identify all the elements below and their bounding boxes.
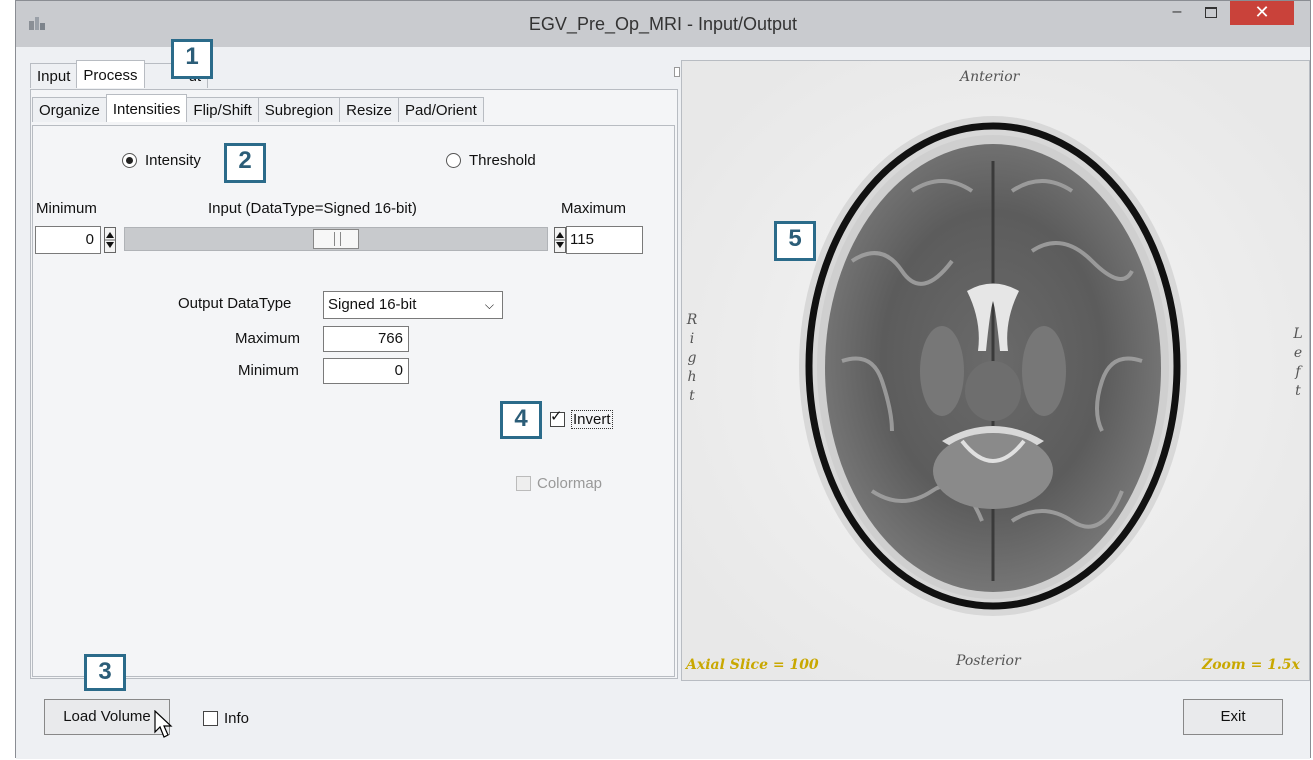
axial-slice-label: Axial Slice = 100 bbox=[686, 657, 819, 673]
checkbox-checked-icon: ✓ bbox=[550, 408, 565, 427]
colormap-checkbox[interactable]: Colormap bbox=[516, 475, 602, 492]
tab-organize[interactable]: Organize bbox=[32, 97, 107, 122]
input-range-slider[interactable] bbox=[124, 227, 548, 251]
output-maximum-label: Maximum bbox=[235, 330, 301, 347]
checkbox-disabled-icon bbox=[516, 476, 531, 491]
image-viewer[interactable]: Anterior Posterior R i g h t L e f t Axi… bbox=[681, 60, 1310, 681]
invert-checkbox[interactable]: ✓ Invert bbox=[550, 408, 613, 429]
output-minimum-field[interactable]: 0 bbox=[323, 358, 409, 384]
brain-mri-image bbox=[682, 61, 1309, 680]
intensity-radio-label: Intensity bbox=[145, 152, 201, 169]
maximize-icon bbox=[1205, 7, 1217, 18]
minimize-icon: – bbox=[1172, 3, 1182, 20]
close-button[interactable]: ✕ bbox=[1230, 1, 1294, 25]
load-volume-button[interactable]: Load Volume bbox=[44, 699, 170, 735]
tab-process[interactable]: Process bbox=[76, 60, 145, 88]
tab-flip-shift[interactable]: Flip/Shift bbox=[186, 97, 259, 122]
chevron-down-icon: ⌵ bbox=[484, 298, 494, 312]
maximum-spinbox[interactable]: 115 bbox=[566, 226, 643, 254]
maximize-button[interactable] bbox=[1196, 1, 1226, 25]
radio-unselected-icon bbox=[446, 153, 461, 168]
process-tab-bar: Organize Intensities Flip/Shift Subregio… bbox=[32, 94, 484, 123]
callout-2: 2 bbox=[224, 143, 266, 183]
threshold-radio[interactable]: Threshold bbox=[446, 152, 536, 169]
minimum-value: 0 bbox=[85, 231, 94, 248]
tab-pad-orient[interactable]: Pad/Orient bbox=[398, 97, 484, 122]
anterior-label: Anterior bbox=[960, 69, 1020, 85]
application-window: EGV_Pre_Op_MRI - Input/Output – ✕ Input … bbox=[15, 0, 1311, 759]
close-icon: ✕ bbox=[1254, 2, 1270, 22]
right-letter: i bbox=[689, 331, 695, 347]
left-letter: L bbox=[1293, 326, 1303, 342]
panel-splitter[interactable] bbox=[673, 61, 681, 681]
info-label: Info bbox=[224, 710, 250, 727]
tab-input[interactable]: Input bbox=[30, 63, 78, 88]
right-letter: t bbox=[689, 388, 695, 404]
right-letter: g bbox=[687, 350, 697, 366]
minimum-label: Minimum bbox=[36, 200, 97, 217]
output-maximum-field[interactable]: 766 bbox=[323, 326, 409, 352]
intensity-radio[interactable]: Intensity bbox=[122, 152, 201, 169]
input-datatype-label: Input (DataType=Signed 16-bit) bbox=[208, 200, 417, 217]
threshold-radio-label: Threshold bbox=[469, 152, 536, 169]
callout-3: 3 bbox=[84, 654, 126, 691]
tab-resize[interactable]: Resize bbox=[339, 97, 400, 122]
maximum-spin-arrows-icon[interactable] bbox=[554, 227, 566, 253]
maximum-label: Maximum bbox=[561, 200, 627, 217]
window-title: EGV_Pre_Op_MRI - Input/Output bbox=[528, 14, 798, 34]
colormap-label: Colormap bbox=[537, 475, 603, 492]
output-datatype-value: Signed 16-bit bbox=[328, 296, 417, 313]
right-letter: h bbox=[687, 369, 697, 385]
left-letter: e bbox=[1293, 345, 1303, 361]
left-orientation-label: L e f t bbox=[1292, 325, 1304, 401]
output-minimum-label: Minimum bbox=[238, 362, 299, 379]
tab-intensities[interactable]: Intensities bbox=[105, 94, 188, 122]
info-checkbox[interactable]: Info bbox=[203, 710, 249, 727]
invert-label: Invert bbox=[571, 410, 613, 429]
output-datatype-select[interactable]: Signed 16-bit ⌵ bbox=[323, 291, 503, 319]
slider-thumb[interactable] bbox=[313, 229, 359, 249]
output-datatype-label: Output DataType bbox=[178, 295, 292, 312]
tab-subregion[interactable]: Subregion bbox=[257, 97, 341, 122]
right-orientation-label: R i g h t bbox=[686, 311, 698, 406]
checkbox-unchecked-icon bbox=[203, 711, 218, 726]
radio-selected-icon bbox=[122, 153, 137, 168]
left-letter: f bbox=[1295, 364, 1301, 380]
callout-5: 5 bbox=[774, 221, 816, 261]
left-letter: t bbox=[1295, 383, 1301, 399]
minimum-spin-arrows-icon[interactable] bbox=[104, 227, 116, 253]
mouse-cursor-icon bbox=[154, 710, 173, 738]
minimize-button[interactable]: – bbox=[1162, 1, 1192, 25]
zoom-label: Zoom = 1.5x bbox=[1202, 657, 1300, 673]
callout-1: 1 bbox=[171, 39, 213, 79]
right-letter: R bbox=[686, 312, 698, 328]
minimum-spinbox[interactable]: 0 bbox=[35, 226, 101, 254]
callout-4: 4 bbox=[500, 401, 542, 439]
posterior-label: Posterior bbox=[956, 653, 1021, 669]
exit-button[interactable]: Exit bbox=[1183, 699, 1283, 735]
maximum-value: 115 bbox=[570, 231, 594, 248]
